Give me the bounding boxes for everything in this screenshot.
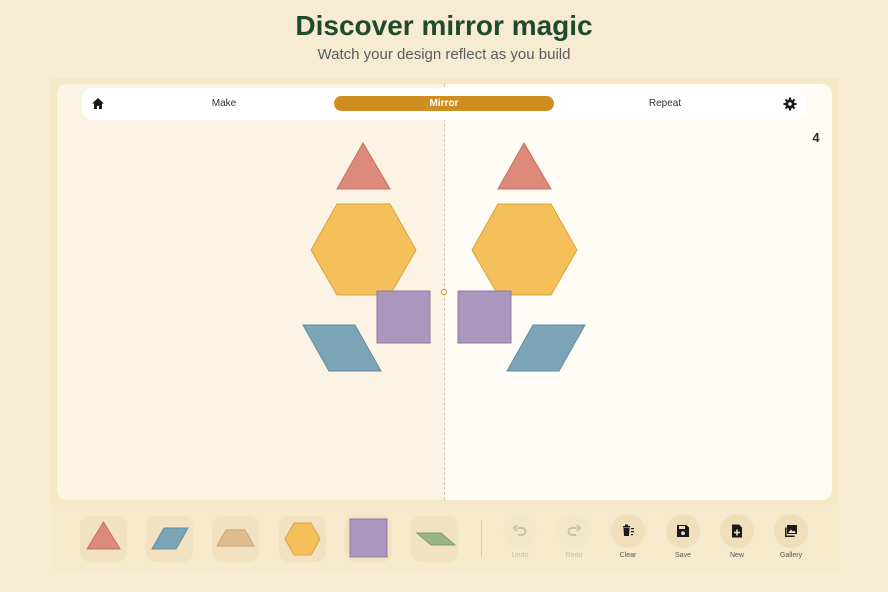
mode-nav-bar: Make Mirror Repeat [82,88,806,120]
tab-make[interactable]: Make [182,96,266,112]
gallery-label: Gallery [779,552,803,559]
toolbar-divider [481,520,482,557]
mirrored-triangle-piece [497,141,552,190]
trapezoid-icon [216,529,255,547]
new-file-icon [732,524,742,538]
new-button[interactable]: New [717,514,757,559]
rhombus-piece[interactable] [302,324,382,372]
rhombus-icon [151,527,189,550]
trash-icon [623,524,634,536]
redo-icon [567,524,582,536]
palette-trapezoid[interactable] [212,516,259,562]
gallery-button[interactable]: Gallery [771,514,811,559]
mirrored-square-piece [457,290,512,344]
hexagon-icon [284,522,321,556]
square-piece[interactable] [376,290,431,344]
palette-thin-rhombus[interactable] [411,516,458,562]
palette-square[interactable] [345,516,392,562]
tab-mirror[interactable]: Mirror [334,96,554,111]
gallery-icon [785,525,797,537]
palette-hexagon[interactable] [279,516,326,562]
page-title: Discover mirror magic [295,10,593,41]
shapes-layer [302,141,586,372]
triangle-piece[interactable] [336,141,391,190]
clear-label: Clear [619,552,637,559]
mirrored-hexagon-piece [471,203,578,296]
hexagon-piece[interactable] [310,203,417,296]
piece-counter: 4 [812,130,820,145]
tab-repeat[interactable]: Repeat [622,96,708,112]
redo-button[interactable]: Redo [554,514,594,559]
palette-rhombus[interactable] [146,516,193,562]
redo-label: Redo [565,552,583,559]
new-label: New [729,552,744,559]
page-subtitle: Watch your design reflect as you build [317,46,571,63]
undo-button[interactable]: Undo [500,514,540,559]
thin-rhombus-icon [415,532,457,546]
save-icon [677,525,689,537]
save-button[interactable]: Save [663,514,703,559]
palette-triangle[interactable] [80,516,127,562]
home-icon[interactable] [90,96,106,112]
mirrored-rhombus-piece [506,324,586,372]
design-canvas[interactable] [57,84,832,500]
undo-icon [512,524,527,536]
gear-icon[interactable] [782,96,798,112]
clear-button[interactable]: Clear [608,514,648,559]
square-icon [349,518,388,558]
save-label: Save [675,552,691,559]
triangle-icon [86,521,121,550]
undo-label: Undo [511,552,529,559]
